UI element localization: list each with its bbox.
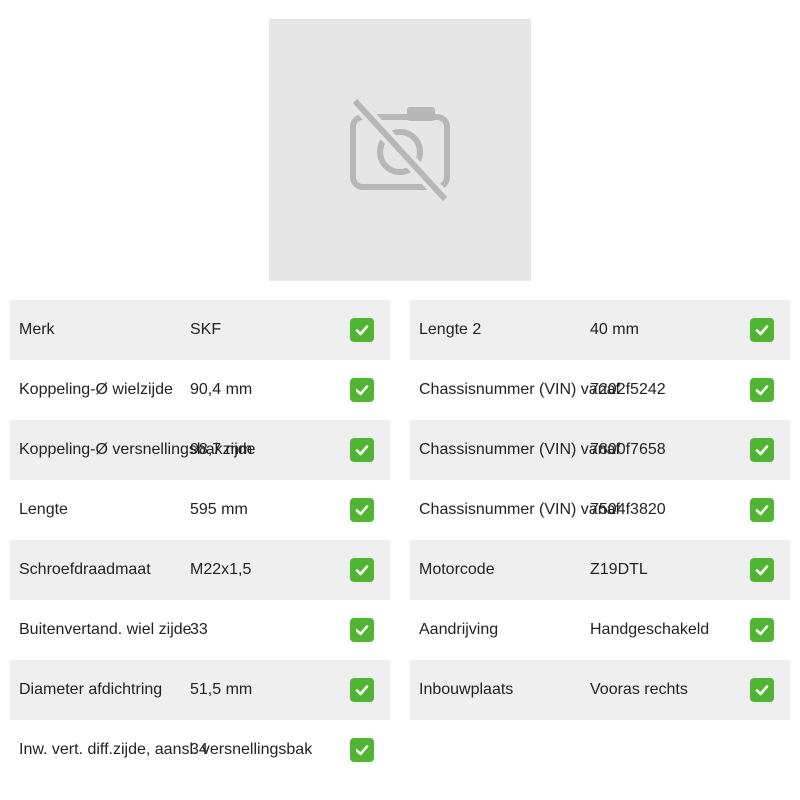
no-camera-icon bbox=[349, 96, 451, 204]
spec-value: 90,4 mm bbox=[190, 381, 253, 398]
spec-label: Motorcode bbox=[419, 561, 495, 578]
check-icon bbox=[350, 318, 374, 342]
spec-value: SKF bbox=[190, 321, 222, 338]
spec-label: Aandrijving bbox=[419, 621, 499, 638]
check-icon bbox=[750, 498, 774, 522]
check-icon bbox=[350, 558, 374, 582]
spec-value: 7800f7658 bbox=[590, 441, 666, 458]
check-icon bbox=[750, 318, 774, 342]
check-icon bbox=[750, 558, 774, 582]
check-icon bbox=[750, 438, 774, 462]
spec-row: Koppeling-Ø wielzijde 90,4 mm bbox=[10, 360, 390, 420]
spec-label: Inbouwplaats bbox=[419, 681, 514, 698]
spec-value: 98,7 mm bbox=[190, 441, 253, 458]
check-icon bbox=[350, 618, 374, 642]
spec-label: Lengte bbox=[19, 501, 68, 518]
check-icon bbox=[750, 678, 774, 702]
check-icon bbox=[350, 738, 374, 762]
spec-label: Merk bbox=[19, 321, 55, 338]
spec-value: Z19DTL bbox=[590, 561, 648, 578]
spec-value: M22x1,5 bbox=[190, 561, 252, 578]
check-icon bbox=[350, 498, 374, 522]
specs-table-right: Lengte 2 40 mm Chassisnummer (VIN) vanaf… bbox=[410, 300, 790, 720]
spec-row: Aandrijving Handgeschakeld bbox=[410, 600, 790, 660]
spec-row: Motorcode Z19DTL bbox=[410, 540, 790, 600]
spec-row: Lengte 2 40 mm bbox=[410, 300, 790, 360]
spec-row: Schroefdraadmaat M22x1,5 bbox=[10, 540, 390, 600]
spec-label: Buitenvertand. wiel zijde bbox=[19, 621, 192, 638]
specs-table-left: Merk SKF Koppeling-Ø wielzijde 90,4 mm K… bbox=[10, 300, 390, 780]
spec-value: 33 bbox=[190, 621, 208, 638]
spec-label: Lengte 2 bbox=[419, 321, 482, 338]
spec-row: Chassisnummer (VIN) vanaf 7800f7658 bbox=[410, 420, 790, 480]
spec-label: Diameter afdichtring bbox=[19, 681, 163, 698]
spec-row: Inbouwplaats Vooras rechts bbox=[410, 660, 790, 720]
check-icon bbox=[350, 678, 374, 702]
spec-value: 51,5 mm bbox=[190, 681, 253, 698]
spec-label: Koppeling-Ø wielzijde bbox=[19, 381, 173, 398]
spec-value: 595 mm bbox=[190, 501, 248, 518]
spec-row: Chassisnummer (VIN) vanaf 7504f3820 bbox=[410, 480, 790, 540]
spec-row: Buitenvertand. wiel zijde 33 bbox=[10, 600, 390, 660]
spec-row: Inw. vert. diff.zijde, aansl. versnellin… bbox=[10, 720, 390, 780]
spec-row: Diameter afdichtring 51,5 mm bbox=[10, 660, 390, 720]
spec-row: Chassisnummer (VIN) vanaf 7202f5242 bbox=[410, 360, 790, 420]
check-icon bbox=[350, 438, 374, 462]
spec-value: 40 mm bbox=[590, 321, 639, 338]
check-icon bbox=[750, 618, 774, 642]
spec-value: 7202f5242 bbox=[590, 381, 666, 398]
check-icon bbox=[350, 378, 374, 402]
spec-label: Inw. vert. diff.zijde, aansl. versnellin… bbox=[19, 741, 313, 758]
spec-row: Merk SKF bbox=[10, 300, 390, 360]
spec-value: 7504f3820 bbox=[590, 501, 666, 518]
check-icon bbox=[750, 378, 774, 402]
spec-label: Schroefdraadmaat bbox=[19, 561, 151, 578]
product-image-placeholder bbox=[269, 19, 531, 281]
spec-row: Lengte 595 mm bbox=[10, 480, 390, 540]
spec-row: Koppeling-Ø versnellingsbakzijde 98,7 mm bbox=[10, 420, 390, 480]
spec-value: 34 bbox=[190, 741, 208, 758]
spec-value: Handgeschakeld bbox=[590, 621, 710, 638]
spec-value: Vooras rechts bbox=[590, 681, 688, 698]
